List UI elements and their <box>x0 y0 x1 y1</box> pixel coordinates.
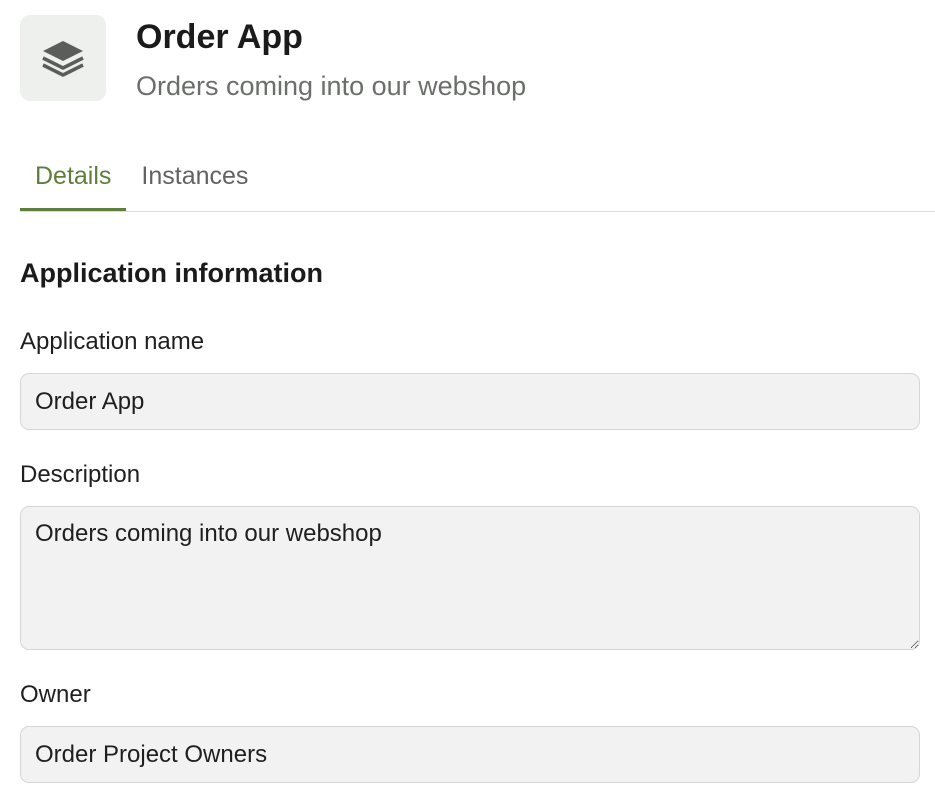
page-title: Order App <box>136 18 303 56</box>
app-icon-tile <box>20 15 106 101</box>
page-subtitle: Orders coming into our webshop <box>136 71 527 101</box>
header-text: Order App Orders coming into our webshop <box>136 15 526 103</box>
tab-bar: Details Instances <box>20 150 935 212</box>
tab-instances[interactable]: Instances <box>126 150 263 211</box>
tab-details[interactable]: Details <box>20 150 127 211</box>
section-title: Application information <box>20 258 323 288</box>
owner-input[interactable] <box>20 726 920 783</box>
application-name-input[interactable] <box>20 373 920 430</box>
description-label: Description <box>20 461 141 488</box>
app-header: Order App Orders coming into our webshop <box>20 15 526 103</box>
description-textarea[interactable]: Orders coming into our webshop <box>20 506 920 650</box>
layers-icon <box>42 41 84 77</box>
application-details-page: Order App Orders coming into our webshop… <box>0 0 935 800</box>
application-name-label: Application name <box>20 328 205 355</box>
owner-label: Owner <box>20 681 91 708</box>
